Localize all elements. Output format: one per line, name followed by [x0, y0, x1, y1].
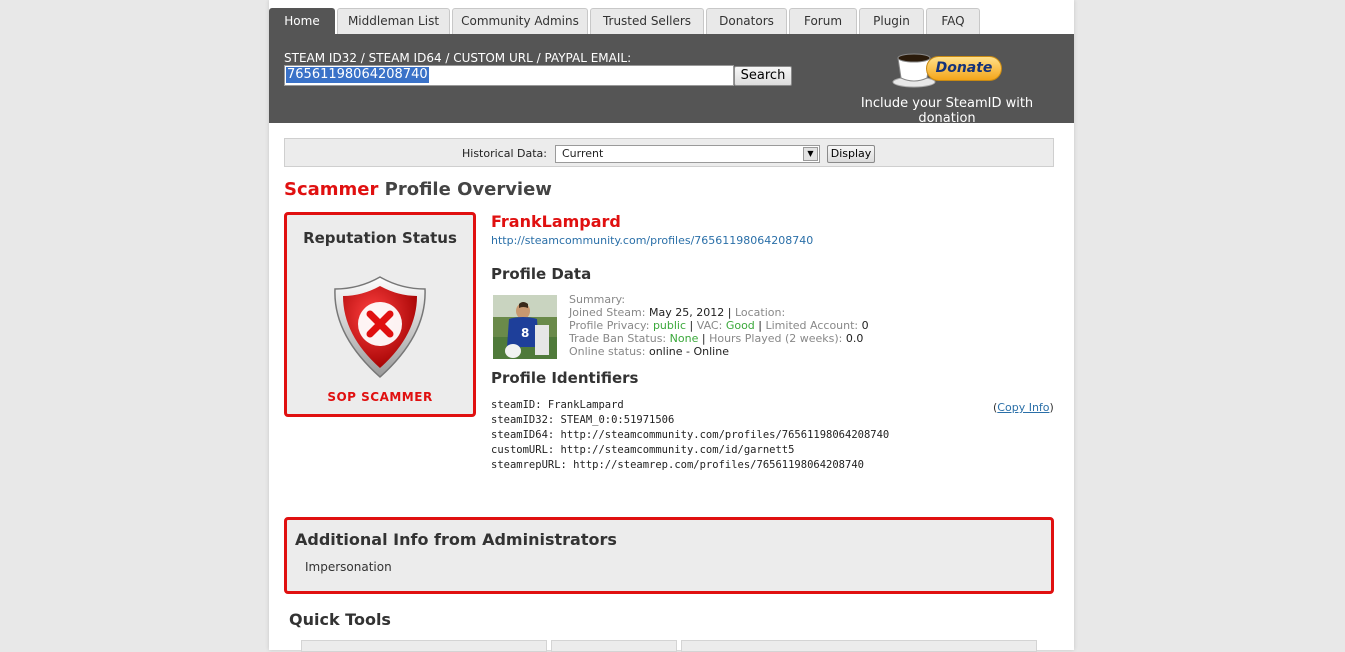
privacy-label: Profile Privacy:: [569, 319, 650, 332]
identifier-steamrepurl: steamrepURL: http://steamrep.com/profile…: [491, 459, 864, 471]
reputation-status-box: Reputation Status SOP SCAMMER: [284, 212, 476, 417]
reputation-status-label: SOP SCAMMER: [327, 390, 433, 404]
admin-info-title: Additional Info from Administrators: [295, 530, 617, 549]
location-label: Location:: [734, 306, 786, 319]
separator: |: [727, 306, 732, 319]
copy-info: (Copy Info): [993, 401, 1054, 414]
reputation-status-title: Reputation Status: [303, 229, 457, 247]
search-button[interactable]: Search: [734, 66, 792, 86]
historical-data-label: Historical Data:: [462, 147, 547, 160]
profile-avatar: 8: [493, 295, 557, 359]
tab-forum[interactable]: Forum: [789, 8, 857, 34]
profile-data-list: Summary: Joined Steam: May 25, 2012 | Lo…: [569, 293, 869, 358]
separator: |: [701, 332, 706, 345]
identifier-customurl: customURL: http://steamcommunity.com/id/…: [491, 444, 795, 456]
privacy-value: public: [652, 319, 687, 332]
tab-donators[interactable]: Donators: [706, 8, 787, 34]
historical-data-bar: Historical Data: Current ▼ Display: [284, 138, 1054, 167]
tradeban-value: None: [669, 332, 699, 345]
identifier-steamid32: steamID32: STEAM_0:0:51971506: [491, 414, 675, 426]
tab-middleman-list[interactable]: Middleman List: [337, 8, 450, 34]
profile-data-heading: Profile Data: [491, 265, 592, 283]
display-button[interactable]: Display: [827, 145, 875, 163]
header-bar: STEAM ID32 / STEAM ID64 / CUSTOM URL / P…: [269, 34, 1074, 126]
vac-value: Good: [725, 319, 755, 332]
tab-faq[interactable]: FAQ: [926, 8, 980, 34]
svg-text:8: 8: [521, 326, 529, 340]
identifier-steamid: steamID: FrankLampard: [491, 399, 624, 411]
historical-data-select[interactable]: Current ▼: [555, 145, 820, 163]
nav-tabs: Home Middleman List Community Admins Tru…: [269, 8, 1074, 34]
scammer-shield-icon: [334, 276, 426, 379]
online-label: Online status:: [569, 345, 646, 358]
profile-summary-row: Summary:: [569, 293, 869, 306]
tradeban-label: Trade Ban Status:: [569, 332, 667, 345]
tab-community-admins[interactable]: Community Admins: [452, 8, 588, 34]
search-label: STEAM ID32 / STEAM ID64 / CUSTOM URL / P…: [284, 51, 632, 65]
online-value: online - Online: [648, 345, 729, 358]
limited-label: Limited Account:: [765, 319, 859, 332]
quick-tools-panel: [551, 640, 677, 652]
profile-online-row: Online status: online - Online: [569, 345, 869, 358]
page-container: Home Middleman List Community Admins Tru…: [269, 0, 1074, 652]
profile-identifiers-list: steamID: FrankLampard steamID32: STEAM_0:…: [491, 398, 889, 473]
hours-label: Hours Played (2 weeks):: [709, 332, 843, 345]
separator: |: [689, 319, 694, 332]
donate-button[interactable]: Donate: [926, 56, 1002, 81]
limited-value: 0: [861, 319, 869, 332]
summary-label: Summary:: [569, 293, 626, 306]
title-profile-overview: Profile Overview: [378, 179, 552, 200]
separator: |: [758, 319, 762, 332]
joined-value: May 25, 2012: [648, 306, 725, 319]
profile-joined-row: Joined Steam: May 25, 2012 | Location:: [569, 306, 869, 319]
copy-info-close: ): [1049, 401, 1054, 414]
tab-home[interactable]: Home: [269, 8, 335, 34]
search-input-value[interactable]: 76561198064208740: [286, 67, 429, 83]
admin-info-body: Impersonation: [305, 560, 392, 574]
tab-trusted-sellers[interactable]: Trusted Sellers: [590, 8, 704, 34]
profile-tradeban-row: Trade Ban Status: None | Hours Played (2…: [569, 332, 869, 345]
quick-tools-title: Quick Tools: [289, 610, 391, 629]
profile-name: FrankLampard: [491, 212, 621, 231]
profile-identifiers-heading: Profile Identifiers: [491, 369, 639, 387]
hours-value: 0.0: [845, 332, 864, 345]
title-scammer: Scammer: [284, 179, 379, 200]
quick-tools-panel: [301, 640, 547, 652]
admin-info-box: Additional Info from Administrators Impe…: [284, 517, 1054, 594]
copy-info-link[interactable]: Copy Info: [997, 401, 1049, 414]
profile-privacy-row: Profile Privacy: public | VAC: Good | Li…: [569, 319, 869, 332]
page-title: Scammer Profile Overview: [284, 179, 552, 200]
quick-tools-panel: [681, 640, 1037, 652]
chevron-down-icon[interactable]: ▼: [803, 147, 818, 161]
historical-data-selected: Current: [562, 147, 604, 160]
vac-label: VAC:: [696, 319, 723, 332]
joined-label: Joined Steam:: [569, 306, 646, 319]
profile-url-link[interactable]: http://steamcommunity.com/profiles/76561…: [491, 234, 813, 247]
identifier-steamid64: steamID64: http://steamcommunity.com/pro…: [491, 429, 890, 441]
donate-area: Donate Include your SteamID with donatio…: [832, 46, 1062, 126]
donate-note: Include your SteamID with donation: [860, 96, 1034, 126]
tab-plugin[interactable]: Plugin: [859, 8, 924, 34]
